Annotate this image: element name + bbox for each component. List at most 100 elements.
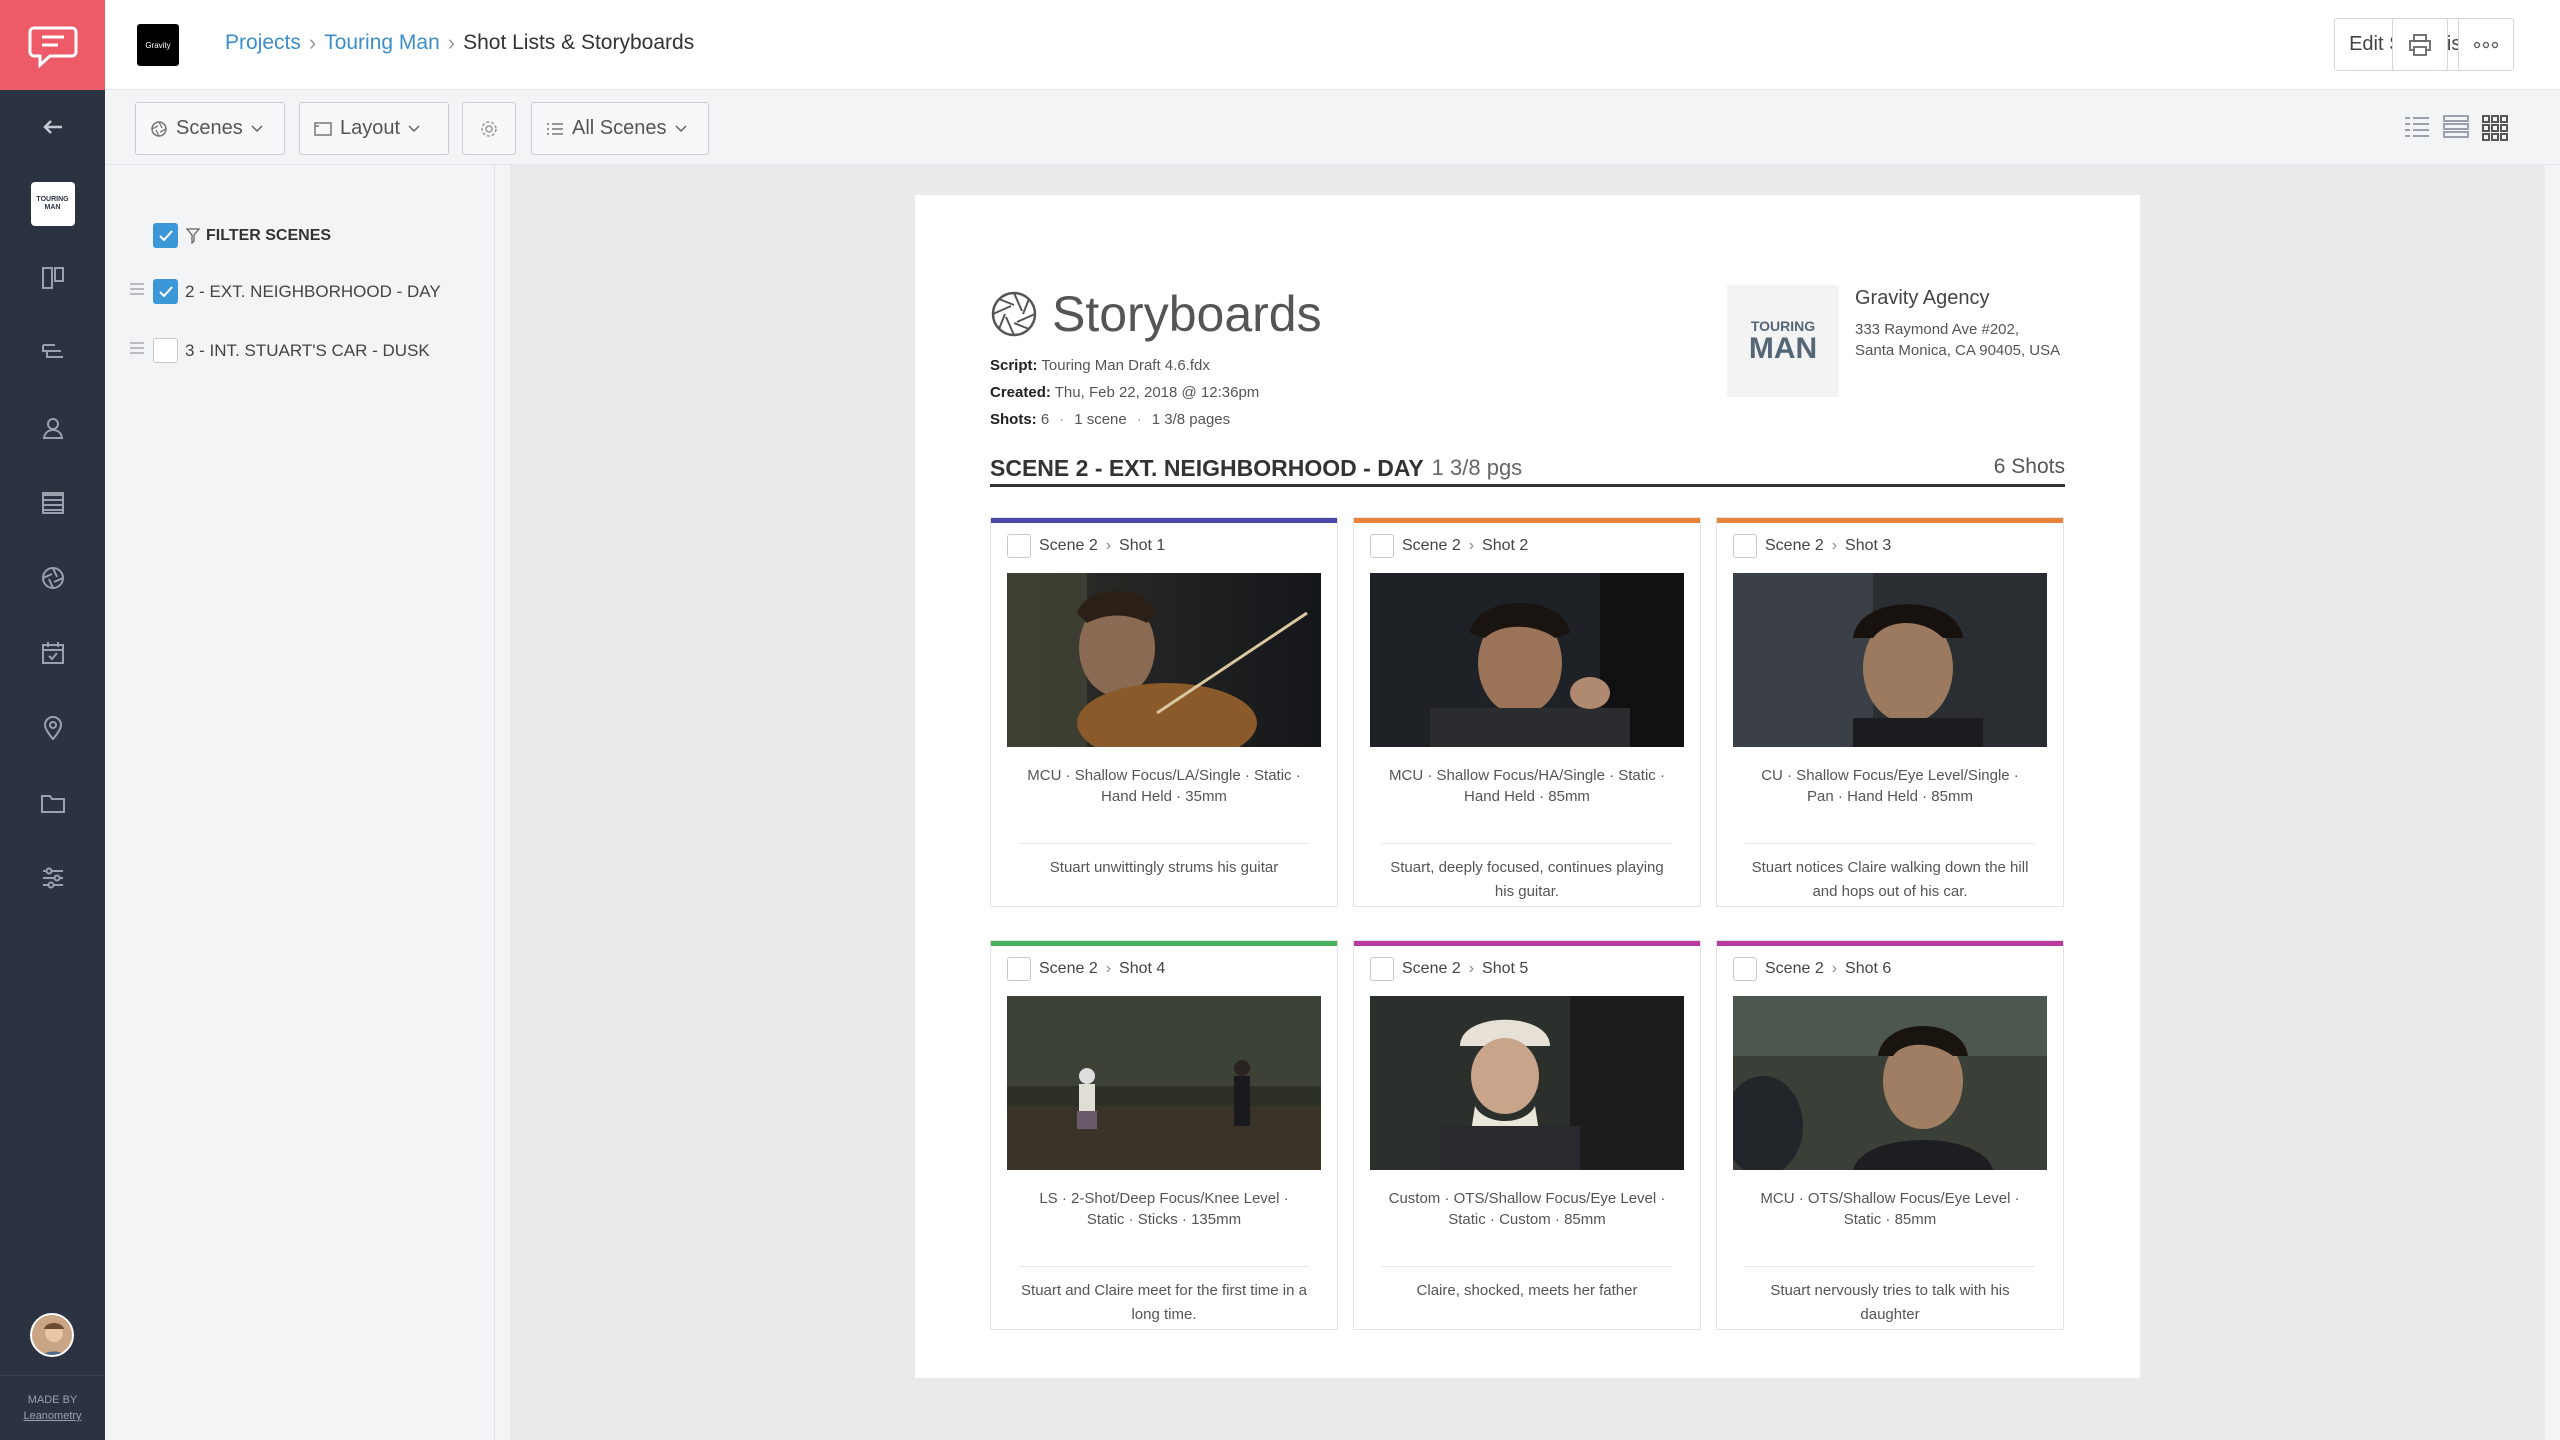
chevron-right-icon: › — [447, 30, 456, 55]
aperture-icon — [151, 120, 167, 137]
shot-scene: Scene 2 — [1765, 959, 1824, 977]
avatar[interactable] — [30, 1313, 74, 1357]
created-value: Thu, Feb 22, 2018 @ 12:36pm — [1054, 384, 1260, 401]
shot-number: Shot 6 — [1845, 959, 1892, 977]
board-icon[interactable] — [0, 248, 105, 308]
gear-icon — [481, 120, 497, 137]
scene-heading-title: SCENE 2 - EXT. NEIGHBORHOOD - DAY — [990, 455, 1424, 481]
scene-count: 1 scene — [1074, 411, 1127, 428]
shot-scene: Scene 2 — [1402, 536, 1461, 554]
shot-checkbox[interactable] — [1733, 533, 1757, 558]
storyboard-icon[interactable] — [0, 548, 105, 608]
shot-description: Stuart nervously tries to talk with his … — [1770, 1282, 2010, 1323]
shot-description: Claire, shocked, meets her father — [1416, 1282, 1638, 1299]
all-scenes-label: All Scenes — [572, 117, 667, 139]
breadcrumb-projects[interactable]: Projects — [225, 31, 301, 55]
scene-checkbox[interactable] — [153, 338, 178, 363]
breadcrumb-current: Shot Lists & Storyboards — [463, 31, 695, 54]
scene-shot-count: 6 Shots — [1993, 455, 2065, 478]
shot-image[interactable] — [1733, 996, 2047, 1170]
grid-view-icon[interactable] — [2480, 112, 2510, 142]
stripboard-icon[interactable] — [0, 473, 105, 533]
page-title: Storyboards — [990, 285, 1322, 343]
shot-card-header: Scene 2 › Shot 4 — [991, 946, 1337, 991]
calendar-icon[interactable] — [0, 623, 105, 683]
shot-card-header: Scene 2 › Shot 5 — [1354, 946, 1700, 991]
settings-sliders-icon[interactable] — [0, 848, 105, 908]
breadcrumb-project[interactable]: Touring Man — [324, 31, 440, 55]
aperture-icon — [991, 291, 1037, 337]
address-line2: Santa Monica, CA 90405, USA — [1855, 342, 2061, 359]
chevron-right-icon: › — [1105, 959, 1112, 977]
ellipsis-icon — [2473, 41, 2499, 48]
scene-filter-item[interactable]: 2 - EXT. NEIGHBORHOOD - DAY — [153, 279, 441, 304]
print-button[interactable] — [2392, 18, 2448, 71]
drag-handle-icon[interactable] — [130, 280, 144, 298]
drag-handle-icon[interactable] — [130, 339, 144, 357]
shot-card-header: Scene 2 › Shot 1 — [991, 523, 1337, 568]
all-scenes-dropdown[interactable]: All Scenes — [531, 102, 709, 155]
list-detail-view-icon[interactable] — [2402, 112, 2432, 142]
made-by-credit[interactable]: MADE BY Leanometry — [0, 1375, 105, 1440]
checkmark-icon — [158, 229, 173, 241]
shot-card[interactable]: Scene 2 › Shot 5 Custom · OTS/Shallow Focu… — [1353, 940, 1701, 1330]
printer-icon — [2409, 33, 2431, 56]
scene-filter-item[interactable]: 3 - INT. STUART'S CAR - DUSK — [153, 338, 430, 363]
project-thumb[interactable]: TOURING MAN — [0, 174, 105, 234]
settings-button[interactable] — [462, 102, 516, 155]
shot-specs: CU · Shallow Focus/Eye Level/Single · Pa… — [1761, 767, 2019, 805]
script-label: Script: — [990, 357, 1038, 374]
location-icon[interactable] — [0, 698, 105, 758]
filter-scenes-checkbox[interactable] — [153, 223, 178, 248]
shot-checkbox[interactable] — [1370, 533, 1394, 558]
agency-address: 333 Raymond Ave #202, Santa Monica, CA 9… — [1855, 319, 2060, 361]
shotlist-icon[interactable] — [0, 323, 105, 383]
created-label: Created: — [990, 384, 1051, 401]
left-rail: TOURING MAN MADE BY Leanometry — [0, 0, 105, 1440]
shot-number: Shot 1 — [1119, 536, 1166, 554]
made-by-link[interactable]: Leanometry — [0, 1408, 105, 1424]
filter-icon — [186, 227, 200, 244]
shot-number: Shot 4 — [1119, 959, 1166, 977]
shot-image[interactable] — [1370, 573, 1684, 747]
shot-card-header: Scene 2 › Shot 3 — [1717, 523, 2063, 568]
app-logo[interactable] — [0, 0, 105, 90]
shot-image[interactable] — [1007, 996, 1321, 1170]
shot-image[interactable] — [1733, 573, 2047, 747]
document-title: Storyboards — [1052, 286, 1322, 342]
scene-checkbox[interactable] — [153, 279, 178, 304]
back-arrow-icon[interactable] — [0, 97, 105, 157]
list-view-icon[interactable] — [2441, 112, 2471, 142]
shot-card[interactable]: Scene 2 › Shot 4 LS · 2-Shot/Deep Focus/Kn… — [990, 940, 1338, 1330]
chevron-down-icon — [674, 124, 687, 132]
shot-card[interactable]: Scene 2 › Shot 6 MCU · OTS/Shallow Focus/E… — [1716, 940, 2064, 1330]
shot-image[interactable] — [1370, 996, 1684, 1170]
cast-icon[interactable] — [0, 398, 105, 458]
shot-specs: MCU · Shallow Focus/HA/Single · Static ·… — [1389, 767, 1665, 805]
shot-card-header: Scene 2 › Shot 2 — [1354, 523, 1700, 568]
scenes-dropdown[interactable]: Scenes — [135, 102, 285, 155]
shot-checkbox[interactable] — [1007, 533, 1031, 558]
shot-card[interactable]: Scene 2 › Shot 3 CU · Shallow Focus/Eye Le… — [1716, 517, 2064, 907]
shots-value: 6 — [1040, 411, 1050, 428]
more-options-button[interactable] — [2458, 18, 2514, 71]
folder-icon[interactable] — [0, 773, 105, 833]
shot-specs: MCU · OTS/Shallow Focus/Eye Level · Stat… — [1760, 1190, 2020, 1228]
scene-filter-panel: FILTER SCENES 2 - EXT. NEIGHBORHOOD - DA… — [105, 165, 495, 1440]
shot-image[interactable] — [1007, 573, 1321, 747]
shot-checkbox[interactable] — [1733, 956, 1757, 981]
filter-scenes-toggle[interactable]: FILTER SCENES — [153, 223, 331, 248]
layout-dropdown[interactable]: Layout — [299, 102, 449, 155]
shot-card-header: Scene 2 › Shot 6 — [1717, 946, 2063, 991]
shot-specs: LS · 2-Shot/Deep Focus/Knee Level · Stat… — [1039, 1190, 1289, 1228]
chevron-right-icon: › — [1105, 536, 1112, 554]
shot-scene: Scene 2 — [1765, 536, 1824, 554]
shot-checkbox[interactable] — [1007, 956, 1031, 981]
shot-description: Stuart notices Claire walking down the h… — [1751, 859, 2029, 900]
shot-card[interactable]: Scene 2 › Shot 2 MCU · Shallow Focus/HA/Si… — [1353, 517, 1701, 907]
shot-specs: MCU · Shallow Focus/LA/Single · Static ·… — [1027, 767, 1301, 805]
shot-card[interactable]: Scene 2 › Shot 1 MCU · Shallow Focus/LA/Si… — [990, 517, 1338, 907]
agency-logo[interactable]: Gravity — [137, 24, 179, 66]
shot-checkbox[interactable] — [1370, 956, 1394, 981]
script-value: Touring Man Draft 4.6.fdx — [1041, 357, 1210, 374]
